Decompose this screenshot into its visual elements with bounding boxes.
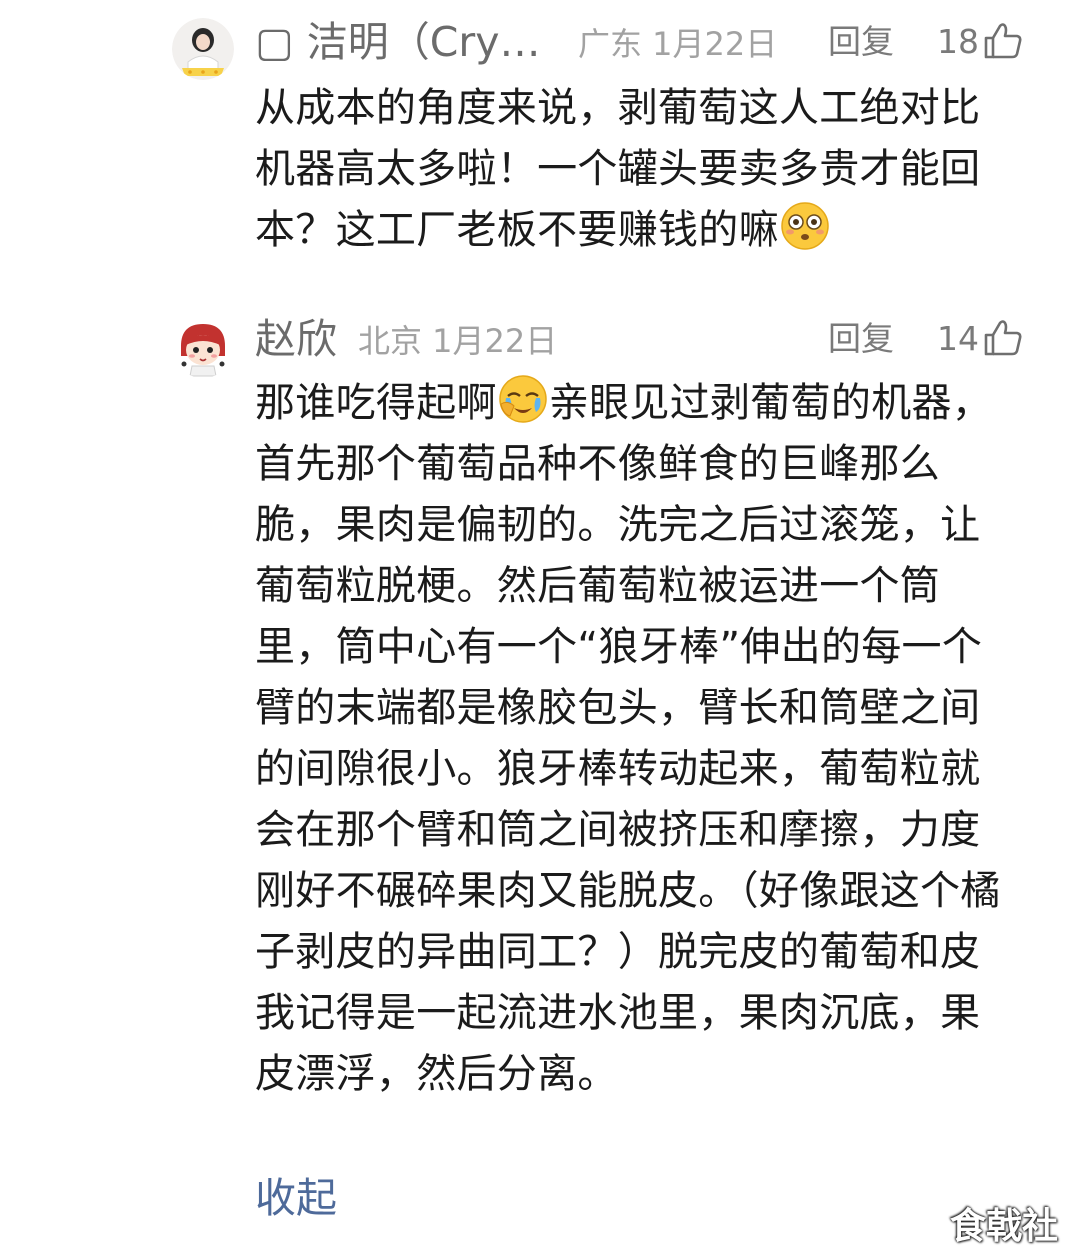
username[interactable]: ▢ 洁明（Cry… bbox=[255, 12, 541, 72]
comment-text-content: 亲眼见过剥葡萄的机器，首先那个葡萄品种不像鲜食的巨峰那么脆，果肉是偏韧的。洗完之… bbox=[255, 380, 1001, 1097]
collapse-button[interactable]: 收起 bbox=[255, 1168, 337, 1228]
comment-location-date: 北京 1月22日 bbox=[358, 322, 558, 360]
watermark: 食戟社 bbox=[949, 1206, 1058, 1247]
avatar[interactable] bbox=[172, 316, 234, 378]
comment-text: 从成本的角度来说，剥葡萄这人工绝对比机器高太多啦！一个罐头要卖多贵才能回本？这工… bbox=[255, 78, 1015, 261]
comment-header: 赵欣 北京 1月22日 回复 14 bbox=[255, 309, 1080, 369]
reply-button[interactable]: 回复 bbox=[828, 12, 894, 72]
like-count: 18 bbox=[937, 22, 979, 61]
comment-text: 那谁吃得起啊 亲眼见过剥葡萄的机器，首先那个葡萄品种不像鲜食的巨峰那么脆，果肉是… bbox=[255, 373, 1015, 1105]
thumbs-up-icon[interactable] bbox=[983, 319, 1023, 357]
comment-location-date: 广东 1月22日 bbox=[578, 25, 778, 63]
username[interactable]: 赵欣 bbox=[255, 309, 337, 369]
comment-header: ▢ 洁明（Cry… 广东 1月22日 回复 18 bbox=[255, 12, 1080, 72]
thumbs-up-icon[interactable] bbox=[983, 22, 1023, 60]
like-count: 14 bbox=[937, 319, 979, 358]
flushed-face-emoji bbox=[781, 202, 829, 250]
avatar[interactable] bbox=[172, 18, 234, 80]
comment-text-content: 那谁吃得起啊 bbox=[255, 380, 497, 426]
reply-button[interactable]: 回复 bbox=[828, 309, 894, 369]
comment-text-content: 从成本的角度来说，剥葡萄这人工绝对比机器高太多啦！一个罐头要卖多贵才能回本？这工… bbox=[255, 85, 981, 253]
crying-face-emoji bbox=[499, 375, 547, 423]
